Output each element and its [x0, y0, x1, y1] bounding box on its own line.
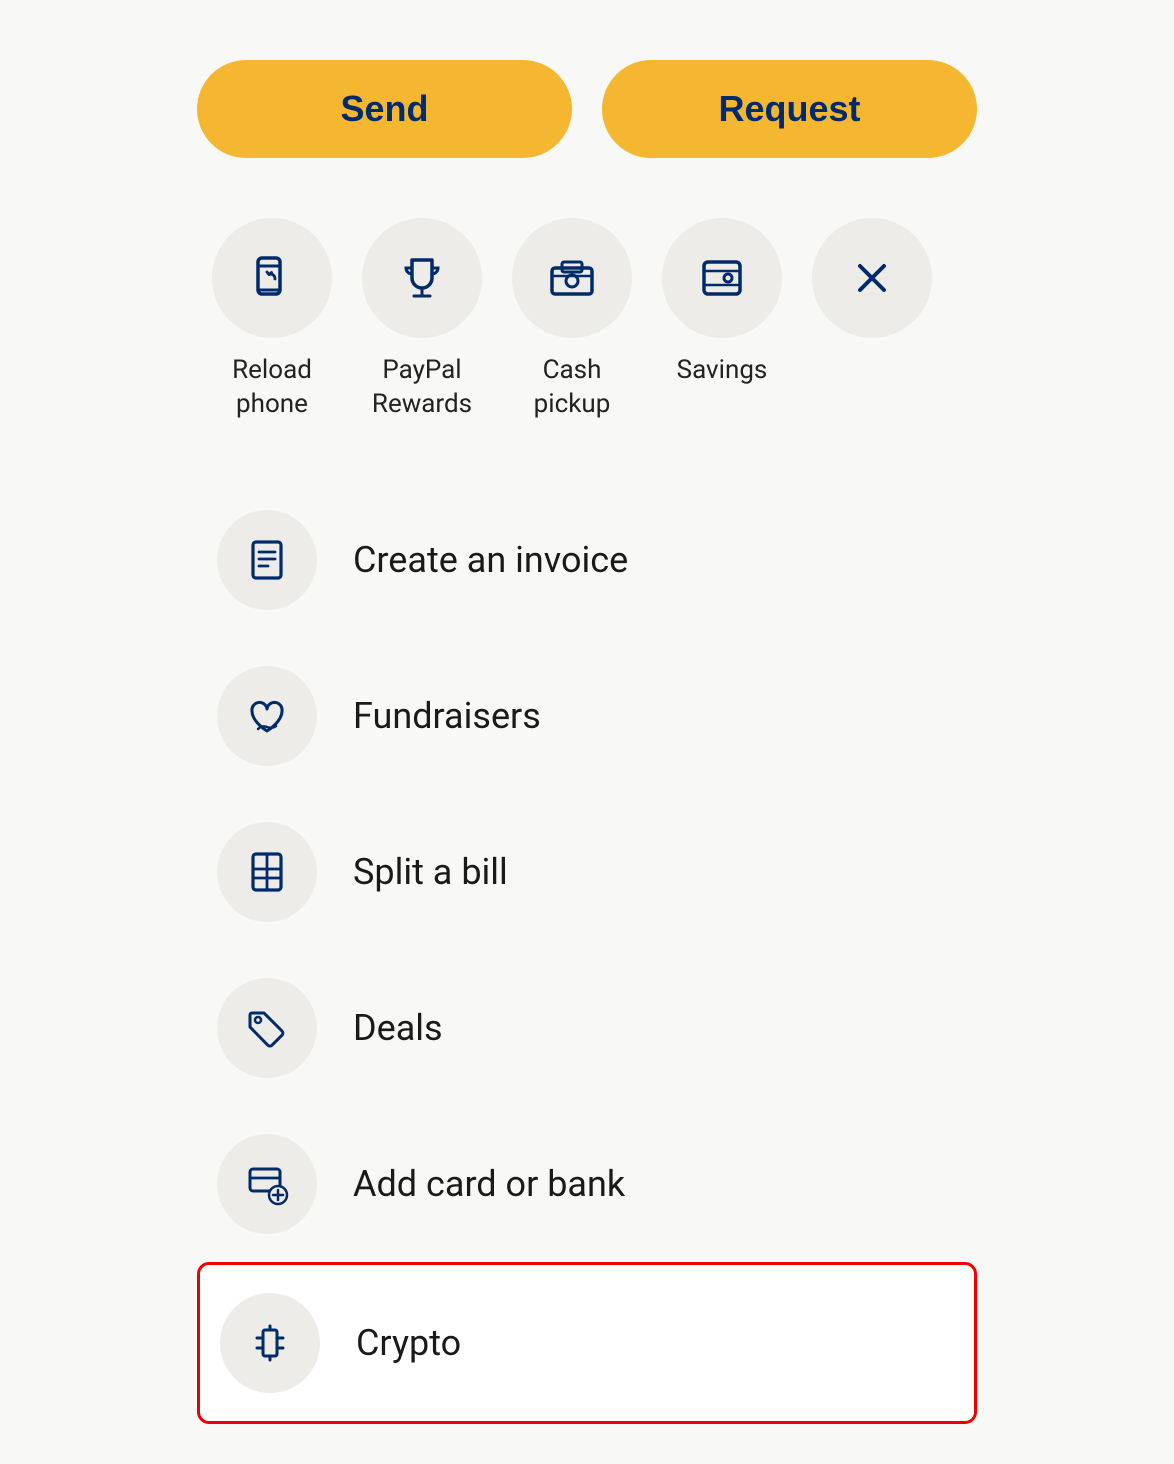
paypal-rewards-icon-circle [362, 218, 482, 338]
list-section: Create an invoice Fundraisers [197, 482, 977, 1424]
list-item-deals[interactable]: Deals [197, 950, 977, 1106]
list-item-fundraisers[interactable]: Fundraisers [197, 638, 977, 794]
savings-icon [696, 252, 748, 304]
list-item-crypto[interactable]: Crypto [197, 1262, 977, 1424]
send-button[interactable]: Send [197, 60, 572, 158]
crypto-icon [247, 1320, 293, 1366]
deals-icon [244, 1005, 290, 1051]
request-button[interactable]: Request [602, 60, 977, 158]
fundraisers-icon-circle [217, 666, 317, 766]
cash-pickup-icon [546, 252, 598, 304]
create-invoice-icon-circle [217, 510, 317, 610]
trophy-icon [396, 252, 448, 304]
cash-pickup-label: Cashpickup [534, 354, 611, 422]
cash-pickup-icon-circle [512, 218, 632, 338]
quick-action-cash-pickup[interactable]: Cashpickup [507, 218, 637, 422]
list-item-add-card-or-bank[interactable]: Add card or bank [197, 1106, 977, 1262]
invoice-icon [244, 537, 290, 583]
reload-phone-icon-circle [212, 218, 332, 338]
add-card-icon-circle [217, 1134, 317, 1234]
add-card-icon [244, 1161, 290, 1207]
create-invoice-label: Create an invoice [353, 539, 628, 581]
reload-phone-label: Reloadphone [232, 354, 312, 422]
main-container: Send Request Reloadphone [137, 0, 1037, 1464]
close-icon [846, 252, 898, 304]
quick-action-savings[interactable]: Savings [657, 218, 787, 388]
quick-action-reload-phone[interactable]: Reloadphone [207, 218, 337, 422]
crypto-label: Crypto [356, 1322, 461, 1364]
list-item-create-invoice[interactable]: Create an invoice [197, 482, 977, 638]
paypal-rewards-label: PayPalRewards [372, 354, 472, 422]
close-icon-circle [812, 218, 932, 338]
add-card-label: Add card or bank [353, 1163, 625, 1205]
top-buttons: Send Request [197, 60, 977, 158]
quick-action-close[interactable] [807, 218, 937, 338]
reload-phone-icon [246, 252, 298, 304]
savings-label: Savings [677, 354, 768, 388]
list-item-split-bill[interactable]: Split a bill [197, 794, 977, 950]
quick-action-paypal-rewards[interactable]: PayPalRewards [357, 218, 487, 422]
split-bill-icon-circle [217, 822, 317, 922]
fundraisers-label: Fundraisers [353, 695, 541, 737]
deals-label: Deals [353, 1007, 443, 1049]
split-bill-label: Split a bill [353, 851, 508, 893]
crypto-icon-circle [220, 1293, 320, 1393]
savings-icon-circle [662, 218, 782, 338]
split-bill-icon [244, 849, 290, 895]
quick-actions-row: Reloadphone PayPalRewards [197, 218, 977, 422]
fundraisers-icon [244, 693, 290, 739]
deals-icon-circle [217, 978, 317, 1078]
